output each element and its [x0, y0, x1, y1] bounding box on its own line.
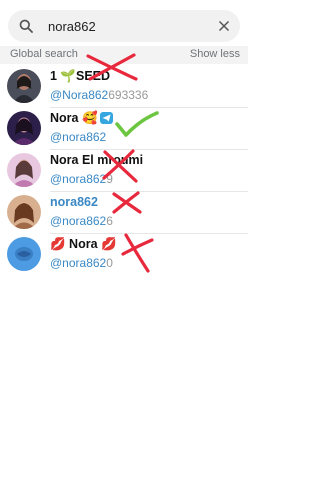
contact-username: @Nora862693336: [50, 88, 148, 102]
contact-username: @nora862: [50, 130, 106, 144]
search-bar[interactable]: [8, 10, 240, 42]
contact-name: 💋 Nora 💋: [50, 237, 117, 251]
username-rest: 0: [106, 256, 113, 270]
search-input[interactable]: [48, 17, 208, 35]
telegram-icon: [99, 112, 113, 124]
contact-username: @nora8629: [50, 172, 113, 186]
username-match: @Nora862: [50, 88, 109, 102]
contact-username: @nora8626: [50, 214, 113, 228]
list-item[interactable]: Nora 🥰 @nora862: [0, 108, 248, 150]
avatar: [7, 111, 41, 145]
username-rest: 693336: [108, 88, 149, 102]
username-match: @nora862: [50, 256, 107, 270]
list-item[interactable]: 1 🌱SEED @Nora862693336: [0, 66, 248, 108]
username-match: @nora862: [50, 172, 107, 186]
contact-name: Nora 🥰: [50, 111, 113, 125]
avatar: [7, 69, 41, 103]
username-rest: 9: [106, 172, 113, 186]
contact-name-text: Nora 🥰: [50, 111, 98, 125]
contact-name: 1 🌱SEED: [50, 69, 111, 83]
list-item[interactable]: Nora El mroumi @nora8629: [0, 150, 248, 192]
section-title: Global search: [10, 48, 78, 60]
avatar: [7, 237, 41, 271]
avatar: [7, 195, 41, 229]
username-rest: 6: [106, 214, 113, 228]
close-icon[interactable]: [218, 20, 230, 32]
contact-username: @nora8620: [50, 256, 113, 270]
avatar: [7, 153, 41, 187]
username-match: @nora862: [50, 214, 107, 228]
contact-name: Nora El mroumi: [50, 153, 144, 167]
contact-name: nora862: [50, 195, 98, 209]
list-item[interactable]: nora862 @nora8626: [0, 192, 248, 234]
list-item[interactable]: 💋 Nora 💋 @nora8620: [0, 234, 248, 276]
global-search-header: Global search Show less: [0, 46, 248, 64]
search-icon: [19, 19, 33, 33]
show-less-button[interactable]: Show less: [190, 48, 240, 60]
username-match: @nora862: [50, 130, 107, 144]
